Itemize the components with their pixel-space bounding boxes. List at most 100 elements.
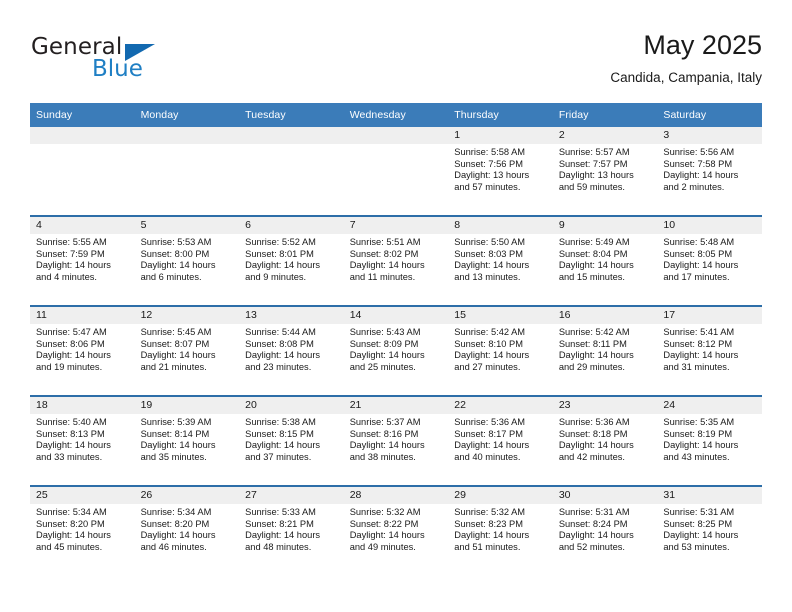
day-number bbox=[239, 127, 344, 144]
calendar-day-cell[interactable]: 23 Sunrise: 5:36 AM Sunset: 8:18 PM Dayligh… bbox=[552, 395, 658, 486]
day-number: 31 bbox=[657, 487, 762, 504]
calendar-day-cell[interactable]: 26 Sunrise: 5:34 AM Sunset: 8:20 PM Dayligh… bbox=[134, 485, 240, 575]
sunset-text: Sunset: 7:59 PM bbox=[36, 248, 105, 259]
daylight-text-line2: and 13 minutes. bbox=[454, 271, 521, 282]
calendar-day-cell[interactable]: 10 Sunrise: 5:48 AM Sunset: 8:05 PM Dayligh… bbox=[657, 215, 762, 306]
day-cell-inner bbox=[134, 127, 240, 215]
calendar-day-cell[interactable]: 27 Sunrise: 5:33 AM Sunset: 8:21 PM Dayligh… bbox=[239, 485, 344, 575]
sunrise-text: Sunrise: 5:40 AM bbox=[36, 417, 107, 427]
sunset-text: Sunset: 8:16 PM bbox=[349, 428, 419, 439]
daylight-text-line1: Daylight: 14 hours bbox=[140, 260, 216, 271]
calendar-day-cell[interactable]: 3 Sunrise: 5:56 AM Sunset: 7:58 PM Daylight… bbox=[657, 127, 762, 216]
calendar-day-cell[interactable]: 1 Sunrise: 5:58 AM Sunset: 7:56 PM Daylight… bbox=[448, 127, 553, 216]
calendar-day-cell[interactable]: 22 Sunrise: 5:36 AM Sunset: 8:17 PM Dayligh… bbox=[448, 395, 553, 486]
calendar-day-cell[interactable]: 19 Sunrise: 5:39 AM Sunset: 8:14 PM Dayligh… bbox=[134, 395, 240, 486]
day-sun-info: Sunrise: 5:56 AM Sunset: 7:58 PM Daylight:… bbox=[657, 144, 762, 193]
sunset-text: Sunset: 8:00 PM bbox=[140, 248, 210, 259]
calendar-day-cell[interactable]: 24 Sunrise: 5:35 AM Sunset: 8:19 PM Dayligh… bbox=[657, 395, 762, 486]
day-sun-info: Sunrise: 5:36 AM Sunset: 8:18 PM Daylight:… bbox=[553, 414, 658, 463]
day-sun-info: Sunrise: 5:47 AM Sunset: 8:06 PM Daylight:… bbox=[30, 324, 135, 373]
daylight-text-line1: Daylight: 14 hours bbox=[454, 530, 530, 541]
calendar-day-cell[interactable]: 8 Sunrise: 5:50 AM Sunset: 8:03 PM Daylight… bbox=[448, 215, 553, 306]
daylight-text-line1: Daylight: 14 hours bbox=[454, 350, 530, 361]
daylight-text-line2: and 49 minutes. bbox=[349, 541, 416, 552]
daylight-text-line1: Daylight: 13 hours bbox=[558, 170, 634, 181]
calendar-day-cell[interactable]: 6 Sunrise: 5:52 AM Sunset: 8:01 PM Daylight… bbox=[239, 215, 344, 306]
calendar-day-cell[interactable]: 14 Sunrise: 5:43 AM Sunset: 8:09 PM Dayligh… bbox=[343, 305, 449, 396]
daylight-text-line1: Daylight: 14 hours bbox=[663, 440, 739, 451]
sunrise-text: Sunrise: 5:42 AM bbox=[454, 327, 526, 337]
daylight-text-line2: and 27 minutes. bbox=[454, 361, 521, 372]
calendar-body: 1 Sunrise: 5:58 AM Sunset: 7:56 PM Daylight… bbox=[30, 127, 762, 575]
calendar-day-cell[interactable]: 20 Sunrise: 5:38 AM Sunset: 8:15 PM Dayligh… bbox=[239, 395, 344, 486]
calendar-day-cell[interactable]: 12 Sunrise: 5:45 AM Sunset: 8:07 PM Dayligh… bbox=[134, 305, 240, 396]
sunrise-text: Sunrise: 5:44 AM bbox=[245, 327, 316, 337]
day-number: 12 bbox=[134, 307, 240, 324]
calendar-day-cell[interactable]: 29 Sunrise: 5:32 AM Sunset: 8:23 PM Dayligh… bbox=[448, 485, 553, 575]
calendar-day-cell[interactable]: 21 Sunrise: 5:37 AM Sunset: 8:16 PM Dayligh… bbox=[343, 395, 449, 486]
day-cell-inner: 30 Sunrise: 5:31 AM Sunset: 8:24 PM Dayligh… bbox=[552, 487, 658, 575]
brand-logo[interactable]: General Blue bbox=[30, 34, 260, 96]
calendar-table: Sunday Monday Tuesday Wednesday Thursday… bbox=[30, 103, 762, 575]
daylight-text-line1: Daylight: 14 hours bbox=[663, 170, 739, 181]
day-cell-inner: 14 Sunrise: 5:43 AM Sunset: 8:09 PM Dayligh… bbox=[343, 307, 449, 395]
calendar-day-cell[interactable]: 28 Sunrise: 5:32 AM Sunset: 8:22 PM Dayligh… bbox=[343, 485, 449, 575]
calendar-day-cell[interactable]: 4 Sunrise: 5:55 AM Sunset: 7:59 PM Daylight… bbox=[30, 215, 135, 306]
day-cell-inner: 31 Sunrise: 5:31 AM Sunset: 8:25 PM Dayligh… bbox=[657, 487, 762, 575]
calendar-day-cell[interactable]: 25 Sunrise: 5:34 AM Sunset: 8:20 PM Dayligh… bbox=[30, 485, 135, 575]
daylight-text-line2: and 52 minutes. bbox=[558, 541, 625, 552]
page-subtitle: Candida, Campania, Italy bbox=[610, 70, 762, 85]
day-cell-inner: 17 Sunrise: 5:41 AM Sunset: 8:12 PM Dayligh… bbox=[657, 307, 762, 395]
daylight-text-line1: Daylight: 14 hours bbox=[36, 260, 111, 271]
daylight-text-line1: Daylight: 14 hours bbox=[140, 350, 216, 361]
day-cell-inner: 15 Sunrise: 5:42 AM Sunset: 8:10 PM Dayligh… bbox=[448, 307, 553, 395]
sunset-text: Sunset: 8:09 PM bbox=[349, 338, 419, 349]
day-cell-inner: 20 Sunrise: 5:38 AM Sunset: 8:15 PM Dayligh… bbox=[239, 397, 344, 485]
day-number: 23 bbox=[552, 397, 658, 414]
sunset-text: Sunset: 8:12 PM bbox=[663, 338, 733, 349]
calendar-day-cell[interactable]: 31 Sunrise: 5:31 AM Sunset: 8:25 PM Dayligh… bbox=[657, 485, 762, 575]
day-sun-info: Sunrise: 5:37 AM Sunset: 8:16 PM Daylight:… bbox=[344, 414, 449, 463]
day-cell-inner: 23 Sunrise: 5:36 AM Sunset: 8:18 PM Dayligh… bbox=[552, 397, 658, 485]
daylight-text-line1: Daylight: 14 hours bbox=[663, 350, 739, 361]
calendar-day-cell[interactable]: 2 Sunrise: 5:57 AM Sunset: 7:57 PM Daylight… bbox=[552, 127, 658, 216]
sunrise-text: Sunrise: 5:32 AM bbox=[349, 507, 421, 517]
day-cell-inner: 24 Sunrise: 5:35 AM Sunset: 8:19 PM Dayligh… bbox=[657, 397, 762, 485]
calendar-day-cell[interactable]: 30 Sunrise: 5:31 AM Sunset: 8:24 PM Dayligh… bbox=[552, 485, 658, 575]
calendar-day-cell[interactable]: 7 Sunrise: 5:51 AM Sunset: 8:02 PM Daylight… bbox=[343, 215, 449, 306]
day-sun-info: Sunrise: 5:44 AM Sunset: 8:08 PM Daylight:… bbox=[239, 324, 344, 373]
day-cell-inner: 16 Sunrise: 5:42 AM Sunset: 8:11 PM Dayligh… bbox=[552, 307, 658, 395]
calendar-day-cell[interactable]: 11 Sunrise: 5:47 AM Sunset: 8:06 PM Dayligh… bbox=[30, 305, 135, 396]
sunset-text: Sunset: 8:08 PM bbox=[245, 338, 314, 349]
sunset-text: Sunset: 8:14 PM bbox=[140, 428, 210, 439]
sunrise-text: Sunrise: 5:39 AM bbox=[140, 417, 212, 427]
daylight-text-line2: and 48 minutes. bbox=[245, 541, 312, 552]
calendar-week-row: 4 Sunrise: 5:55 AM Sunset: 7:59 PM Daylight… bbox=[30, 215, 762, 306]
daylight-text-line1: Daylight: 14 hours bbox=[663, 530, 739, 541]
daylight-text-line2: and 46 minutes. bbox=[140, 541, 207, 552]
day-sun-info: Sunrise: 5:34 AM Sunset: 8:20 PM Daylight:… bbox=[30, 504, 135, 553]
calendar-day-cell[interactable]: 16 Sunrise: 5:42 AM Sunset: 8:11 PM Dayligh… bbox=[552, 305, 658, 396]
calendar-day-cell[interactable]: 18 Sunrise: 5:40 AM Sunset: 8:13 PM Dayligh… bbox=[30, 395, 135, 486]
calendar-day-cell[interactable]: 15 Sunrise: 5:42 AM Sunset: 8:10 PM Dayligh… bbox=[448, 305, 553, 396]
day-sun-info: Sunrise: 5:53 AM Sunset: 8:00 PM Daylight:… bbox=[135, 234, 240, 283]
weekday-header-monday: Monday bbox=[134, 103, 240, 127]
day-cell-inner: 12 Sunrise: 5:45 AM Sunset: 8:07 PM Dayligh… bbox=[134, 307, 240, 395]
sunrise-text: Sunrise: 5:55 AM bbox=[36, 237, 107, 247]
sunset-text: Sunset: 8:25 PM bbox=[663, 518, 733, 529]
calendar-day-cell[interactable]: 5 Sunrise: 5:53 AM Sunset: 8:00 PM Daylight… bbox=[134, 215, 240, 306]
day-sun-info: Sunrise: 5:51 AM Sunset: 8:02 PM Daylight:… bbox=[344, 234, 449, 283]
day-sun-info: Sunrise: 5:40 AM Sunset: 8:13 PM Daylight:… bbox=[30, 414, 135, 463]
calendar-day-cell[interactable]: 9 Sunrise: 5:49 AM Sunset: 8:04 PM Daylight… bbox=[552, 215, 658, 306]
calendar-day-cell[interactable]: 17 Sunrise: 5:41 AM Sunset: 8:12 PM Dayligh… bbox=[657, 305, 762, 396]
daylight-text-line2: and 35 minutes. bbox=[140, 451, 207, 462]
daylight-text-line1: Daylight: 14 hours bbox=[454, 440, 530, 451]
day-number: 22 bbox=[448, 397, 553, 414]
sunrise-text: Sunrise: 5:32 AM bbox=[454, 507, 526, 517]
sunset-text: Sunset: 8:22 PM bbox=[349, 518, 419, 529]
calendar-day-cell[interactable]: 13 Sunrise: 5:44 AM Sunset: 8:08 PM Dayligh… bbox=[239, 305, 344, 396]
day-number: 8 bbox=[448, 217, 553, 234]
calendar-week-row: 11 Sunrise: 5:47 AM Sunset: 8:06 PM Dayligh… bbox=[30, 305, 762, 396]
day-sun-info: Sunrise: 5:57 AM Sunset: 7:57 PM Daylight:… bbox=[553, 144, 658, 193]
daylight-text-line1: Daylight: 14 hours bbox=[36, 530, 111, 541]
